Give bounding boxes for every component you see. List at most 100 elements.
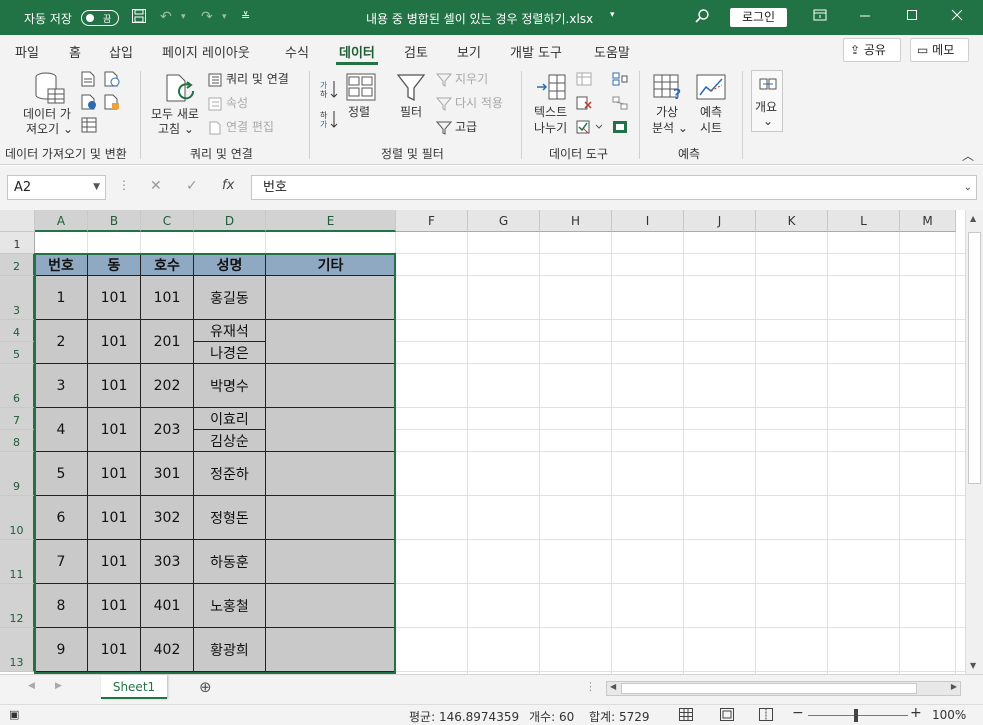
cell-name[interactable]: 나경은 — [194, 342, 266, 364]
autosave-toggle[interactable]: 끔 — [81, 10, 119, 26]
vertical-scroll-thumb[interactable] — [968, 232, 981, 484]
tab-file[interactable]: 파일 — [15, 42, 39, 61]
column-header-m[interactable]: M — [900, 210, 956, 232]
row-header-2[interactable]: 2 — [0, 254, 35, 276]
column-header-e[interactable]: E — [266, 210, 396, 232]
search-icon[interactable] — [694, 8, 710, 29]
row-header-4[interactable]: 4 — [0, 320, 35, 342]
cell-dong[interactable]: 101 — [88, 364, 141, 408]
cell-unit[interactable]: 203 — [141, 408, 194, 452]
confirm-entry-icon[interactable]: ✓ — [186, 178, 198, 194]
data-validation-icon[interactable] — [576, 120, 603, 137]
tab-split-grip-icon[interactable]: ⋮ — [585, 680, 596, 693]
cell-number[interactable]: 5 — [35, 452, 88, 496]
row-header-1[interactable]: 1 — [0, 232, 35, 254]
ribbon-display-icon[interactable] — [813, 8, 827, 27]
cell-dong[interactable]: 101 — [88, 584, 141, 628]
cell-dong[interactable]: 101 — [88, 452, 141, 496]
filter-button[interactable]: 필터 — [400, 105, 422, 120]
filter-icon[interactable] — [396, 73, 426, 106]
cell-dong[interactable]: 101 — [88, 628, 141, 672]
refresh-all-icon[interactable] — [165, 73, 195, 108]
horizontal-scrollbar[interactable]: ◀ ▶ — [606, 681, 961, 696]
column-header-h[interactable]: H — [540, 210, 612, 232]
redo-dropdown-icon[interactable]: ▾ — [222, 8, 227, 26]
sort-button[interactable]: 정렬 — [348, 105, 370, 120]
cell-name[interactable]: 유재석 — [194, 320, 266, 342]
share-button[interactable]: ⇪ 공유 — [843, 38, 901, 62]
cell-name[interactable]: 홍길동 — [194, 276, 266, 320]
prev-sheet-icon[interactable]: ◀ — [28, 681, 35, 691]
name-box[interactable]: A2 ▼ — [7, 175, 106, 200]
save-icon[interactable] — [131, 8, 147, 29]
cell-dong[interactable]: 101 — [88, 496, 141, 540]
cancel-entry-icon[interactable]: ✕ — [150, 178, 162, 194]
row-header-7[interactable]: 7 — [0, 408, 35, 430]
cell-note[interactable] — [266, 584, 396, 628]
row-header-13[interactable]: 13 — [0, 628, 35, 672]
get-data-button[interactable]: 져오기 ⌄ — [26, 122, 73, 137]
column-header-f[interactable]: F — [396, 210, 468, 232]
forecast-sheet-icon[interactable] — [696, 73, 726, 104]
login-button[interactable]: 로그인 — [730, 8, 787, 27]
cell-dong[interactable]: 101 — [88, 408, 141, 452]
cell-unit[interactable]: 302 — [141, 496, 194, 540]
column-header-i[interactable]: I — [612, 210, 684, 232]
text-to-columns-button[interactable]: 나누기 — [534, 121, 567, 136]
horizontal-scroll-thumb[interactable] — [621, 683, 917, 694]
cell-number[interactable]: 4 — [35, 408, 88, 452]
minimize-icon[interactable] — [859, 8, 871, 26]
advanced-filter-button[interactable]: 고급 — [455, 120, 477, 135]
consolidate-icon[interactable] — [612, 72, 628, 89]
from-web-icon[interactable] — [104, 71, 120, 90]
column-header-g[interactable]: G — [468, 210, 540, 232]
advanced-filter-icon[interactable] — [435, 121, 453, 138]
tab-formulas[interactable]: 수식 — [285, 42, 309, 61]
close-icon[interactable] — [951, 8, 963, 26]
cell-unit[interactable]: 101 — [141, 276, 194, 320]
scroll-up-icon[interactable]: ▲ — [970, 214, 976, 223]
zoom-level[interactable]: 100% — [932, 708, 966, 722]
tab-page-layout[interactable]: 페이지 레이아웃 — [162, 42, 250, 61]
cell-unit[interactable]: 201 — [141, 320, 194, 364]
header-cell[interactable]: 동 — [88, 254, 141, 276]
cell-note[interactable] — [266, 276, 396, 320]
cell-number[interactable]: 9 — [35, 628, 88, 672]
manage-data-model-icon[interactable] — [612, 120, 628, 137]
cell-name[interactable]: 노홍철 — [194, 584, 266, 628]
what-if-analysis-icon[interactable]: ? — [653, 73, 685, 104]
undo-icon[interactable]: ↶ — [160, 8, 172, 26]
zoom-out-icon[interactable]: − — [792, 705, 804, 721]
cell-note[interactable] — [266, 540, 396, 584]
row-header-9[interactable]: 9 — [0, 452, 35, 496]
cell-note[interactable] — [266, 628, 396, 672]
zoom-slider-thumb[interactable] — [854, 709, 858, 722]
column-header-j[interactable]: J — [684, 210, 756, 232]
header-cell[interactable]: 호수 — [141, 254, 194, 276]
cell-name[interactable]: 정준하 — [194, 452, 266, 496]
cell-dong[interactable]: 101 — [88, 540, 141, 584]
row-header-6[interactable]: 6 — [0, 364, 35, 408]
column-header-k[interactable]: K — [756, 210, 828, 232]
cell-number[interactable]: 7 — [35, 540, 88, 584]
tab-home[interactable]: 홈 — [69, 42, 81, 61]
recent-sources-icon[interactable] — [104, 94, 120, 113]
memo-button[interactable]: ▭ 메모 — [910, 38, 969, 62]
cell-note[interactable] — [266, 408, 396, 452]
row-header-11[interactable]: 11 — [0, 540, 35, 584]
worksheet-grid[interactable]: ABCDEFGHIJKLM 1 2 3 4 5 6 7 8 9 10 11 12 13 번호 동 호수 성명 기… — [0, 210, 983, 674]
insert-function-icon[interactable]: fx — [222, 178, 234, 193]
column-header-d[interactable]: D — [194, 210, 266, 232]
undo-dropdown-icon[interactable]: ▾ — [181, 8, 186, 26]
queries-connections-button[interactable]: 쿼리 및 연결 — [226, 72, 289, 87]
cell-number[interactable]: 3 — [35, 364, 88, 408]
zoom-slider[interactable] — [808, 715, 908, 716]
cell-note[interactable] — [266, 496, 396, 540]
what-if-analysis-button[interactable]: 분석 ⌄ — [652, 121, 688, 136]
page-layout-view-icon[interactable] — [720, 708, 734, 724]
cell-unit[interactable]: 303 — [141, 540, 194, 584]
cell-name[interactable]: 김상순 — [194, 430, 266, 452]
new-sheet-icon[interactable]: ⊕ — [199, 678, 212, 696]
cell-number[interactable]: 2 — [35, 320, 88, 364]
scroll-right-icon[interactable]: ▶ — [951, 682, 957, 691]
